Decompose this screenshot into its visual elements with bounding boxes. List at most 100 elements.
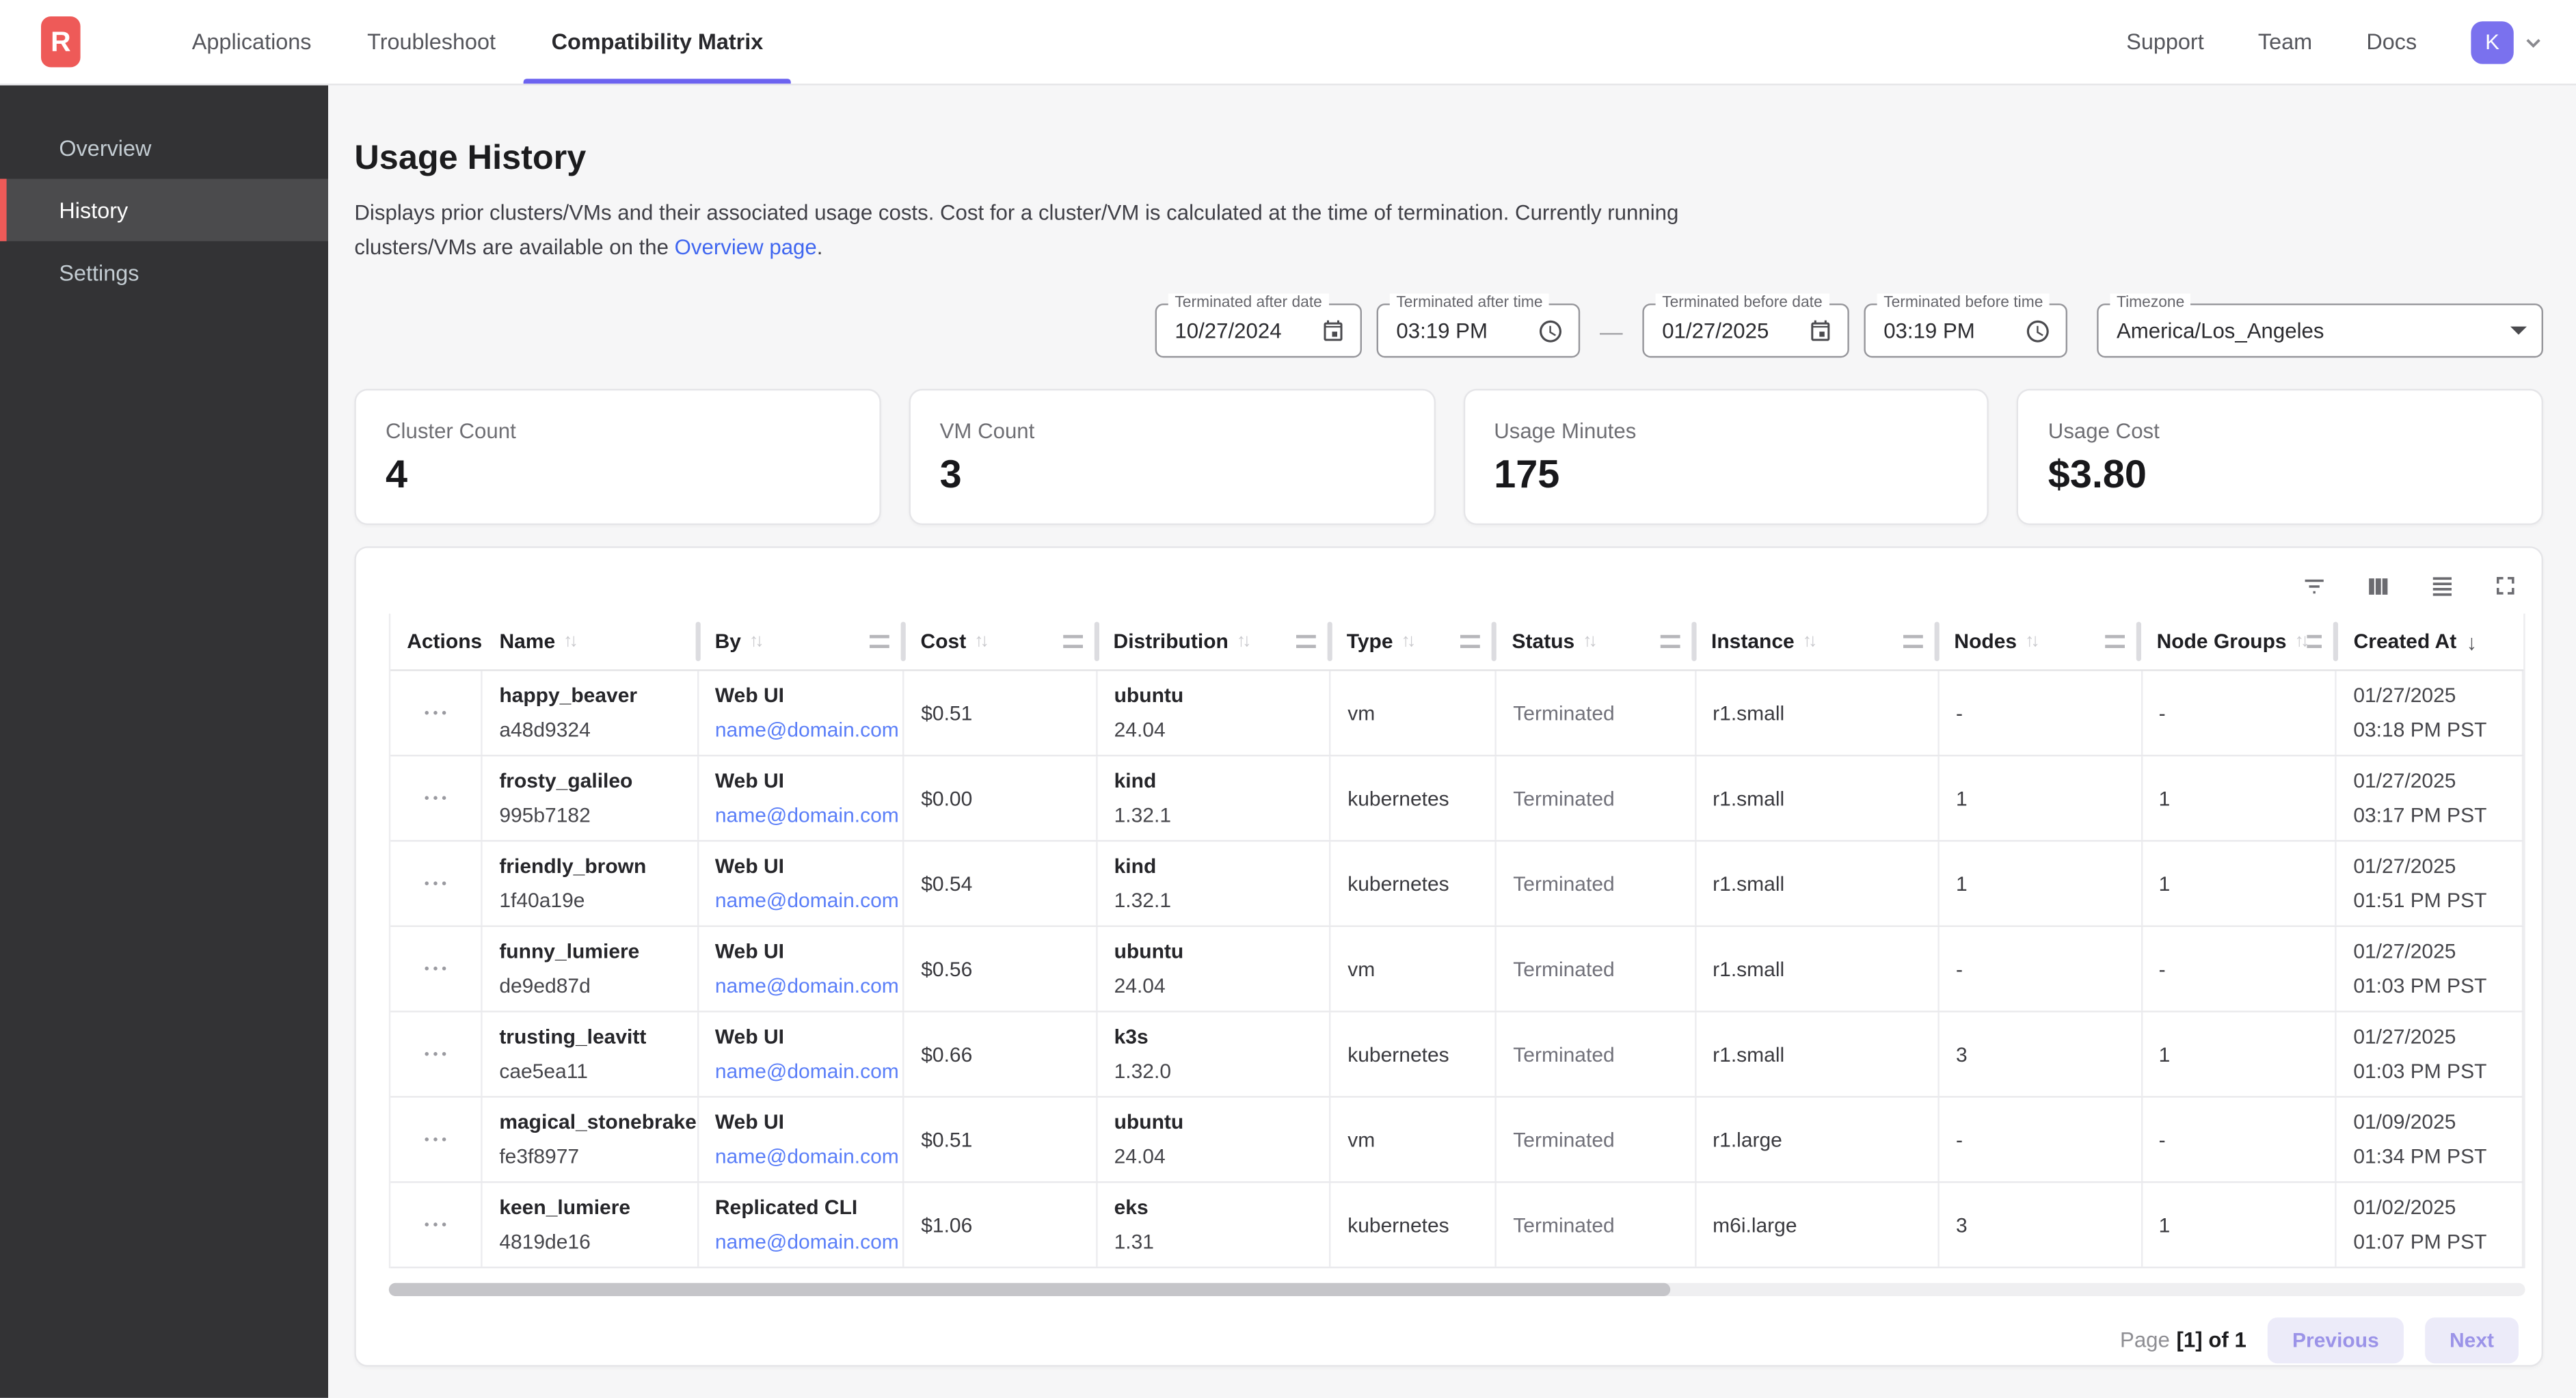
cell-nodes: -: [1940, 1098, 2143, 1181]
sort-arrows-icon[interactable]: ↑↓: [1803, 632, 1814, 651]
sort-desc-arrow-icon[interactable]: ↓: [2467, 629, 2478, 654]
cell-value: 1: [2159, 787, 2335, 810]
tab-applications[interactable]: Applications: [164, 0, 339, 83]
cell-actions: •••: [390, 756, 483, 839]
cell-value: kubernetes: [1347, 1213, 1495, 1237]
distribution-name: ubuntu: [1114, 1106, 1330, 1140]
column-header-nodes[interactable]: Nodes↑↓: [1937, 614, 2140, 670]
column-header-type[interactable]: Type ↑↓: [1330, 614, 1496, 670]
column-header-label: Type: [1347, 630, 1393, 654]
column-header-by[interactable]: By↑↓: [699, 614, 904, 670]
column-menu-icon[interactable]: [1661, 635, 1680, 648]
clock-icon[interactable]: [2025, 317, 2051, 343]
sort-arrows-icon[interactable]: ↑↓: [1237, 632, 1248, 651]
terminated-before-time-field[interactable]: Terminated before time 03:19 PM: [1864, 304, 2067, 358]
column-header-distribution[interactable]: Distribution↑↓: [1097, 614, 1330, 670]
horizontal-scrollbar[interactable]: [389, 1283, 2525, 1296]
cell-instance: r1.small: [1696, 842, 1940, 925]
created-by-email-link[interactable]: name@domain.com: [715, 883, 903, 917]
sort-arrows-icon[interactable]: ↑↓: [1401, 632, 1413, 651]
scrollbar-thumb[interactable]: [389, 1283, 1671, 1296]
row-actions-ellipsis-icon[interactable]: •••: [421, 1218, 451, 1233]
timezone-select[interactable]: Timezone America/Los_Angeles: [2097, 304, 2543, 358]
distribution-name: ubuntu: [1114, 935, 1330, 969]
column-menu-icon[interactable]: [1062, 635, 1082, 648]
next-button[interactable]: Next: [2425, 1317, 2519, 1363]
nav-link-docs[interactable]: Docs: [2366, 29, 2417, 54]
stat-card-vm-count: VM Count3: [909, 389, 1435, 525]
sidebar-item-settings[interactable]: Settings: [0, 241, 328, 304]
nav-link-support[interactable]: Support: [2126, 29, 2204, 54]
distribution-name: k3s: [1114, 1021, 1330, 1054]
filter-icon[interactable]: [2300, 572, 2329, 600]
row-actions-ellipsis-icon[interactable]: •••: [421, 1132, 451, 1147]
terminated-after-date-field[interactable]: Terminated after date 10/27/2024: [1155, 304, 1362, 358]
cell-value: r1.large: [1713, 1128, 1937, 1151]
row-actions-ellipsis-icon[interactable]: •••: [421, 961, 451, 976]
cell-nodes: 3: [1940, 1183, 2143, 1266]
calendar-icon[interactable]: [1808, 319, 1833, 343]
column-header-status[interactable]: Status↑↓: [1496, 614, 1695, 670]
column-header-created-at[interactable]: Created At↓: [2337, 614, 2524, 670]
column-header-cost[interactable]: Cost↑↓: [904, 614, 1097, 670]
row-actions-ellipsis-icon[interactable]: •••: [421, 1047, 451, 1062]
chevron-down-icon[interactable]: [2520, 29, 2546, 55]
main-content: Usage History Displays prior clusters/VM…: [328, 83, 2576, 1397]
user-avatar[interactable]: K: [2471, 21, 2513, 63]
density-icon[interactable]: [2428, 572, 2456, 600]
nav-link-team[interactable]: Team: [2258, 29, 2312, 54]
column-header-instance[interactable]: Instance↑↓: [1695, 614, 1937, 670]
column-header-actions[interactable]: Actions: [390, 614, 483, 670]
cell-name: frosty_galileo995b7182: [483, 756, 699, 839]
previous-button[interactable]: Previous: [2268, 1317, 2404, 1363]
sidebar-item-history[interactable]: History: [0, 179, 328, 241]
created-by-email-link[interactable]: name@domain.com: [715, 1054, 903, 1088]
column-menu-icon[interactable]: [2106, 635, 2125, 648]
row-actions-ellipsis-icon[interactable]: •••: [421, 876, 451, 891]
sort-arrows-icon[interactable]: ↑↓: [563, 632, 575, 651]
replicated-logo-icon[interactable]: R: [41, 16, 81, 67]
created-by-email-link[interactable]: name@domain.com: [715, 1225, 903, 1259]
description-line1: Displays prior clusters/VMs and their as…: [354, 200, 1678, 225]
terminated-after-time-field[interactable]: Terminated after time 03:19 PM: [1377, 304, 1581, 358]
column-menu-icon[interactable]: [1296, 635, 1315, 648]
terminated-before-date-field[interactable]: Terminated before date 01/27/2025: [1642, 304, 1849, 358]
sort-arrows-icon[interactable]: ↑↓: [1583, 632, 1594, 651]
column-header-name[interactable]: Name↑↓: [483, 614, 698, 670]
stat-value: 4: [386, 453, 850, 498]
status-badge: Terminated: [1513, 872, 1694, 896]
cell-instance: r1.small: [1696, 1012, 1940, 1096]
columns-icon[interactable]: [2364, 572, 2392, 600]
column-header-node-groups[interactable]: Node Groups↑↓: [2141, 614, 2337, 670]
overview-page-link[interactable]: Overview page: [675, 234, 817, 259]
sort-arrows-icon[interactable]: ↑↓: [2295, 632, 2307, 651]
sort-arrows-icon[interactable]: ↑↓: [749, 632, 761, 651]
column-menu-icon[interactable]: [870, 635, 889, 648]
sidebar-item-overview[interactable]: Overview: [0, 116, 328, 178]
tab-troubleshoot[interactable]: Troubleshoot: [339, 0, 524, 83]
clock-icon[interactable]: [1538, 317, 1564, 343]
terminated-before-date-value: 01/27/2025: [1662, 319, 1769, 343]
sidebar-item-label: History: [59, 198, 128, 222]
created-by-email-link[interactable]: name@domain.com: [715, 969, 903, 1002]
calendar-icon[interactable]: [1321, 319, 1345, 343]
created-by-email-link[interactable]: name@domain.com: [715, 1140, 903, 1173]
created-by-email-link[interactable]: name@domain.com: [715, 713, 903, 747]
cluster-id: fe3f8977: [499, 1140, 697, 1173]
created-time: 01:03 PM PST: [2353, 1054, 2521, 1088]
created-by-email-link[interactable]: name@domain.com: [715, 798, 903, 832]
cell-instance: r1.small: [1696, 671, 1940, 755]
fullscreen-icon[interactable]: [2493, 573, 2519, 599]
distribution-version: 24.04: [1114, 713, 1330, 747]
column-menu-icon[interactable]: [1461, 635, 1481, 648]
created-date: 01/27/2025: [2353, 764, 2521, 798]
tab-compatibility-matrix[interactable]: Compatibility Matrix: [524, 0, 791, 83]
row-actions-ellipsis-icon[interactable]: •••: [421, 791, 451, 806]
sort-arrows-icon[interactable]: ↑↓: [2025, 632, 2037, 651]
terminated-before-time-label: Terminated before time: [1877, 294, 2050, 312]
cell-instance: r1.large: [1696, 1098, 1940, 1181]
column-menu-icon[interactable]: [2306, 635, 2322, 648]
row-actions-ellipsis-icon[interactable]: •••: [421, 705, 451, 721]
sort-arrows-icon[interactable]: ↑↓: [974, 632, 986, 651]
column-menu-icon[interactable]: [1903, 635, 1923, 648]
